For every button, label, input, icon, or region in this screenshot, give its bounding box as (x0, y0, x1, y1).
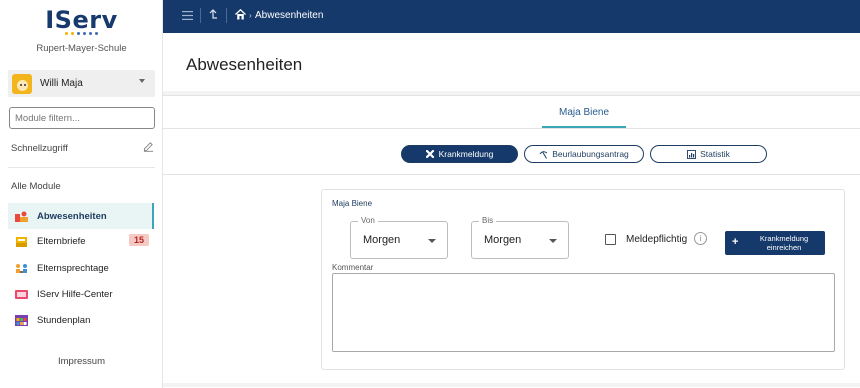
divider (163, 128, 860, 129)
bis-select[interactable]: Bis Morgen (471, 216, 569, 259)
alle-module-label: Alle Module (11, 181, 61, 192)
submit-krankmeldung-button[interactable]: + Krankmeldung einreichen (725, 231, 825, 255)
student-name: Maja Biene (332, 199, 373, 208)
chevron-down-icon (428, 239, 436, 243)
divider (163, 174, 860, 175)
divider (163, 95, 860, 96)
bis-label: Bis (479, 216, 497, 225)
unread-badge: 15 (128, 234, 149, 246)
logo-text: IServ (45, 6, 118, 34)
submit-label-line2: einreichen (766, 243, 802, 252)
von-label: Von (358, 216, 378, 225)
user-menu[interactable]: Willi Maja (8, 70, 155, 97)
page-title: Abwesenheiten (186, 55, 303, 74)
help-center-icon (15, 289, 28, 299)
kommentar-label: Kommentar (332, 263, 374, 272)
info-icon[interactable]: i (694, 232, 707, 245)
top-bar: › Abwesenheiten (163, 0, 860, 33)
kommentar-textarea[interactable] (332, 273, 835, 352)
sidebar-item-label: IServ Hilfe-Center (37, 288, 113, 300)
absence-icon (15, 211, 28, 222)
toolbar-divider (226, 8, 227, 23)
krankmeldung-label: Krankmeldung (438, 149, 494, 159)
sidebar-item-elternsprechtage[interactable]: Elternsprechtage (8, 255, 154, 281)
meeting-icon (16, 263, 27, 273)
breadcrumb-current[interactable]: Abwesenheiten (255, 10, 323, 21)
bandage-icon (425, 149, 434, 158)
bis-value: Morgen (484, 234, 522, 246)
sidebar: IServ Rupert-Mayer-Schule Willi Maja Sch… (0, 0, 163, 388)
chevron-down-icon (139, 79, 145, 83)
home-icon[interactable] (235, 9, 246, 20)
chart-icon (687, 149, 697, 159)
breadcrumb-separator-icon: › (249, 11, 252, 20)
letter-icon (16, 236, 27, 247)
von-value: Morgen (363, 234, 401, 246)
beach-icon (539, 150, 548, 159)
impressum-link[interactable]: Impressum (0, 356, 163, 367)
calendar-icon (15, 314, 28, 326)
sidebar-item-label: Abwesenheiten (37, 210, 107, 222)
statistik-button[interactable]: Statistik (650, 145, 767, 163)
sidebar-item-hilfe-center[interactable]: IServ Hilfe-Center (8, 281, 154, 307)
edit-icon[interactable] (143, 141, 154, 152)
avatar (12, 73, 32, 94)
toolbar-divider (200, 8, 201, 23)
sidebar-item-label: Stundenplan (37, 314, 91, 326)
sidebar-item-stundenplan[interactable]: Stundenplan (8, 307, 154, 333)
iserv-logo[interactable]: IServ (0, 8, 163, 36)
von-select[interactable]: Von Morgen (350, 216, 448, 259)
sidebar-item-abwesenheiten[interactable]: Abwesenheiten (8, 203, 154, 229)
submit-label-line1: Krankmeldung (759, 234, 809, 243)
krankmeldung-button[interactable]: Krankmeldung (401, 145, 518, 163)
statistik-label: Statistik (700, 149, 730, 159)
user-name: Willi Maja (40, 78, 83, 89)
beurlaubungsantrag-button[interactable]: Beurlaubungsantrag (524, 145, 644, 163)
school-name: Rupert-Mayer-Schule (36, 43, 127, 54)
sidebar-item-label: Elternbriefe (37, 235, 86, 247)
module-filter-input[interactable] (9, 107, 155, 129)
arrow-up-icon[interactable] (208, 9, 218, 21)
plus-icon: + (732, 236, 739, 248)
menu-icon[interactable] (182, 11, 193, 20)
sidebar-item-label: Elternsprechtage (37, 262, 109, 274)
meldepflichtig-checkbox[interactable] (605, 234, 616, 245)
meldepflichtig-label: Meldepflichtig (626, 234, 688, 245)
chevron-down-icon (549, 239, 557, 243)
submit-label: Krankmeldung einreichen (747, 234, 821, 252)
sidebar-item-elternbriefe[interactable]: Elternbriefe 15 (8, 228, 154, 254)
divider (8, 167, 155, 168)
tab-maja-biene[interactable]: Maja Biene (542, 107, 626, 118)
schnellzugriff-label: Schnellzugriff (11, 143, 68, 154)
divider (163, 383, 860, 387)
beurlaubung-label: Beurlaubungsantrag (552, 149, 629, 159)
